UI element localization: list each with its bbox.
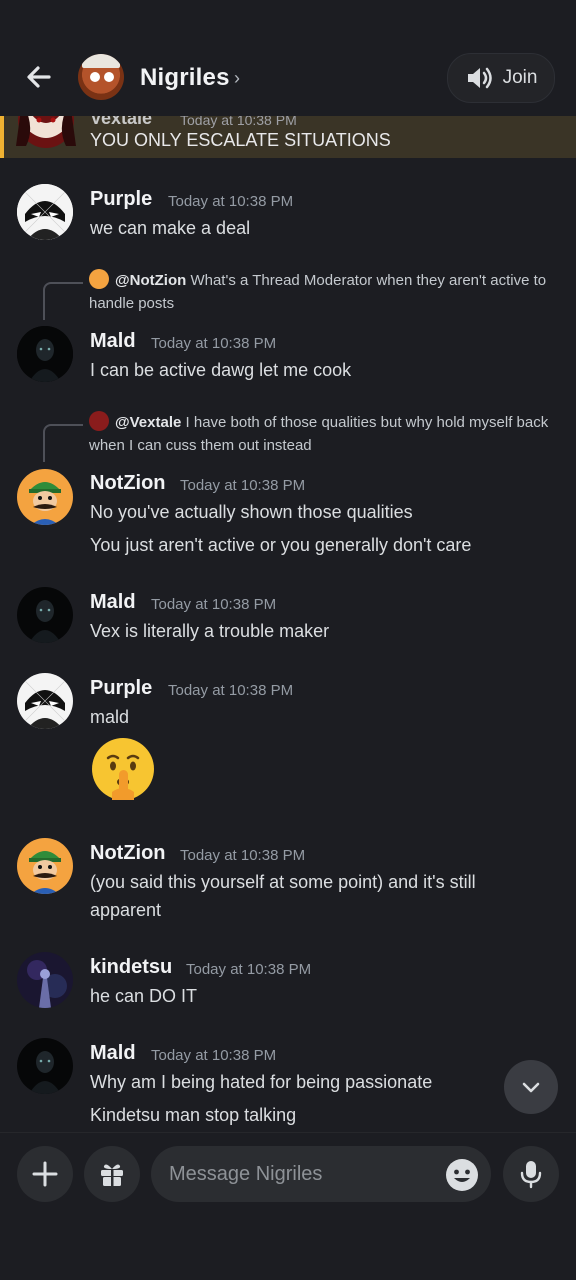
add-attachment-button[interactable] [17,1146,73,1202]
timestamp: Today at 10:38 PM [180,477,306,494]
message-text: mald [90,707,130,727]
author-name[interactable]: Purple [90,188,152,211]
chevron-right-icon[interactable]: › [234,68,240,89]
emoji-icon [446,1159,478,1191]
message-text: Why am I being hated for being passionat… [90,1072,433,1092]
timestamp: Today at 10:38 PM [186,961,312,978]
timestamp: Today at 10:38 PM [168,193,294,210]
back-button[interactable] [22,60,56,94]
avatar[interactable] [17,587,73,643]
avatar[interactable] [17,326,73,382]
author-name[interactable]: Purple [90,677,152,700]
message-text: I can be active dawg let me cook [90,360,352,380]
message-text: apparent [90,900,162,920]
author-name[interactable]: NotZion [90,842,166,865]
message-text: YOU ONLY ESCALATE SITUATIONS [90,130,391,150]
avatar[interactable] [17,184,73,240]
author-name[interactable]: kindetsu [90,956,172,979]
timestamp: Today at 10:38 PM [151,335,277,352]
message-text: No you've actually shown those qualities [90,502,413,522]
author-name[interactable]: Mald [90,1042,136,1065]
message-text: we can make a deal [90,218,251,238]
reply-connector [43,424,83,462]
message-list[interactable]: Purple Today at 10:38 PM we can make a d… [0,158,576,1132]
reply-avatar [89,269,109,289]
channel-header: Nigriles › Join [0,0,576,116]
avatar[interactable] [17,838,73,894]
join-voice-button[interactable]: Join [447,53,555,103]
plus-icon [32,1161,58,1187]
message-text: he can DO IT [90,986,198,1006]
message-input[interactable] [151,1146,491,1202]
avatar[interactable] [17,1038,73,1094]
channel-title[interactable]: Nigriles [140,64,230,92]
author-name[interactable]: Mald [90,330,136,353]
gift-button[interactable] [84,1146,140,1202]
microphone-icon [520,1161,542,1189]
timestamp: Today at 10:38 PM [168,682,294,699]
timestamp: Today at 10:38 PM [180,847,306,864]
message-composer [0,1132,576,1215]
reply-author[interactable]: @Vextale [115,414,181,431]
reply-author[interactable]: @NotZion [115,272,186,289]
gift-icon [101,1164,123,1186]
author-name[interactable]: Mald [90,591,136,614]
shushing-face-emoji[interactable] [90,736,156,802]
reply-avatar [89,411,109,431]
join-label: Join [502,67,538,88]
jump-to-present-button[interactable] [504,1060,558,1114]
avatar[interactable] [17,673,73,729]
timestamp: Today at 10:38 PM [151,1047,277,1064]
message-text: Vex is literally a trouble maker [90,621,330,641]
server-avatar[interactable] [78,54,124,100]
emoji-picker-button[interactable] [444,1157,480,1193]
timestamp: Today at 10:38 PM [151,596,277,613]
avatar[interactable] [17,469,73,525]
speaker-icon [467,67,492,89]
highlighted-message[interactable]: Vextale Today at 10:38 PM YOU ONLY ESCAL… [0,106,576,158]
author-name[interactable]: NotZion [90,472,166,495]
reply-preview[interactable]: @NotZion What's a Thread Moderator when … [89,269,559,315]
message-text: You just aren't active or you generally … [90,535,472,555]
chevron-down-icon [522,1082,540,1093]
arrow-left-icon [27,66,51,88]
message-text: (you said this yourself at some point) a… [90,872,476,892]
message-text: Kindetsu man stop talking [90,1105,297,1125]
reply-preview[interactable]: @Vextale I have both of those qualities … [89,411,559,457]
reply-connector [43,282,83,320]
voice-message-button[interactable] [503,1146,559,1202]
avatar[interactable] [17,952,73,1008]
